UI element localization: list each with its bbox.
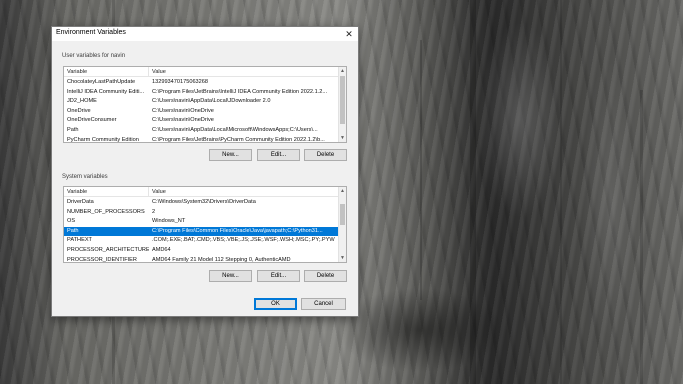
variable-value-cell: C:\Users\navin\OneDrive [152,107,214,114]
system-variables-rows: DriverData C:\Windows\System32\Drivers\Dr… [64,198,340,263]
variable-value-cell: AMD64 Family 21 Model 112 Stepping 0, Au… [152,256,291,263]
variable-name-cell: PROCESSOR_ARCHITECTURE [67,246,149,253]
table-row[interactable]: JD2_HOME C:\Users\navin\AppData\Local\JDo… [64,97,340,107]
variable-name-cell: OneDrive [67,107,91,114]
table-row[interactable]: Path C:\Users\navin\AppData\Local\Microso… [64,126,340,136]
table-row[interactable]: Path C:\Program Files\Common Files\Oracle… [64,226,340,237]
table-row[interactable]: ChocolateyLastPathUpdate 1329934701750632… [64,78,340,88]
variable-name-cell: PROCESSOR_IDENTIFIER [67,256,137,263]
user-variables-label: User variables for navin [62,53,126,59]
user-list-scrollbar[interactable]: ▲ ▼ [338,67,346,142]
scroll-down-icon[interactable]: ▼ [339,254,346,262]
variable-value-cell: C:\Program Files\Common Files\Oracle\Jav… [152,227,323,234]
scroll-down-icon[interactable]: ▼ [339,134,346,142]
ok-button[interactable]: OK [254,298,297,310]
user-variables-list[interactable]: Variable Value ChocolateyLastPathUpdate 1… [63,66,347,143]
user-edit-button[interactable]: Edit... [257,149,300,161]
variable-name-cell: Path [67,126,79,133]
variable-value-cell: .COM;.EXE;.BAT;.CMD;.VBS;.VBE;.JS;.JSE;.… [152,237,335,244]
close-icon[interactable]: ✕ [340,27,358,41]
table-row[interactable]: DriverData C:\Windows\System32\Drivers\Dr… [64,198,340,208]
column-header-variable[interactable]: Variable [64,67,149,77]
system-list-scrollbar[interactable]: ▲ ▼ [338,187,346,262]
column-header-value[interactable]: Value [149,67,340,77]
system-new-button[interactable]: New... [209,270,252,282]
variable-name-cell: PATHEXT [67,237,92,244]
variable-value-cell: C:\Users\navin\OneDrive [152,117,214,124]
variable-value-cell: AMD64 [152,246,171,253]
table-row[interactable]: OS Windows_NT [64,217,340,227]
system-variables-label: System variables [62,174,108,180]
variable-value-cell: C:\Users\navin\AppData\Local\JDownloader… [152,98,271,105]
table-row[interactable]: OneDriveConsumer C:\Users\navin\OneDrive [64,116,340,126]
environment-variables-dialog: Environment Variables ✕ User variables f… [51,26,359,317]
variable-value-cell: C:\Program Files\JetBrains\PyCharm Commu… [152,136,325,143]
system-edit-button[interactable]: Edit... [257,270,300,282]
table-row[interactable]: OneDrive C:\Users\navin\OneDrive [64,107,340,117]
table-row[interactable]: PyCharm Community Edition C:\Program File… [64,136,340,143]
dialog-title: Environment Variables [56,29,126,36]
variable-name-cell: DriverData [67,199,94,205]
user-new-button[interactable]: New... [209,149,252,161]
variable-name-cell: Path [67,227,79,234]
variable-value-cell: 132993470175063268 [152,79,208,85]
cancel-button[interactable]: Cancel [301,298,346,310]
table-row[interactable]: PATHEXT .COM;.EXE;.BAT;.CMD;.VBS;.VBE;.JS… [64,236,340,246]
list-header: Variable Value [64,187,340,197]
variable-value-cell: Windows_NT [152,218,186,225]
variable-value-cell: C:\Program Files\JetBrains\IntelliJ IDEA… [152,88,328,95]
table-row[interactable]: PROCESSOR_IDENTIFIER AMD64 Family 21 Mode… [64,256,340,263]
column-header-value[interactable]: Value [149,187,340,197]
variable-value-cell: C:\Windows\System32\Drivers\DriverData [152,199,256,205]
scroll-thumb[interactable] [340,204,345,225]
list-header: Variable Value [64,67,340,77]
table-row[interactable]: NUMBER_OF_PROCESSORS 2 [64,208,340,218]
variable-name-cell: OS [67,218,76,225]
variable-name-cell: IntelliJ IDEA Community Editi... [67,88,145,95]
variable-name-cell: NUMBER_OF_PROCESSORS [67,208,145,215]
variable-name-cell: PyCharm Community Edition [67,136,139,143]
variable-value-cell: C:\Users\navin\AppData\Local\Microsoft\W… [152,126,318,133]
scroll-up-icon[interactable]: ▲ [339,67,346,75]
column-header-variable[interactable]: Variable [64,187,149,197]
title-bar[interactable]: Environment Variables ✕ [52,27,358,41]
variable-name-cell: ChocolateyLastPathUpdate [67,79,136,85]
variable-name-cell: JD2_HOME [67,98,97,105]
scroll-thumb[interactable] [340,76,345,124]
variable-name-cell: OneDriveConsumer [67,117,117,124]
system-delete-button[interactable]: Delete [304,270,347,282]
table-row[interactable]: IntelliJ IDEA Community Editi... C:\Progr… [64,88,340,98]
table-row[interactable]: PROCESSOR_ARCHITECTURE AMD64 [64,246,340,256]
scroll-up-icon[interactable]: ▲ [339,187,346,195]
system-variables-list[interactable]: Variable Value DriverData C:\Windows\Syst… [63,186,347,263]
variable-value-cell: 2 [152,208,156,215]
user-variables-rows: ChocolateyLastPathUpdate 1329934701750632… [64,78,340,143]
user-delete-button[interactable]: Delete [304,149,347,161]
